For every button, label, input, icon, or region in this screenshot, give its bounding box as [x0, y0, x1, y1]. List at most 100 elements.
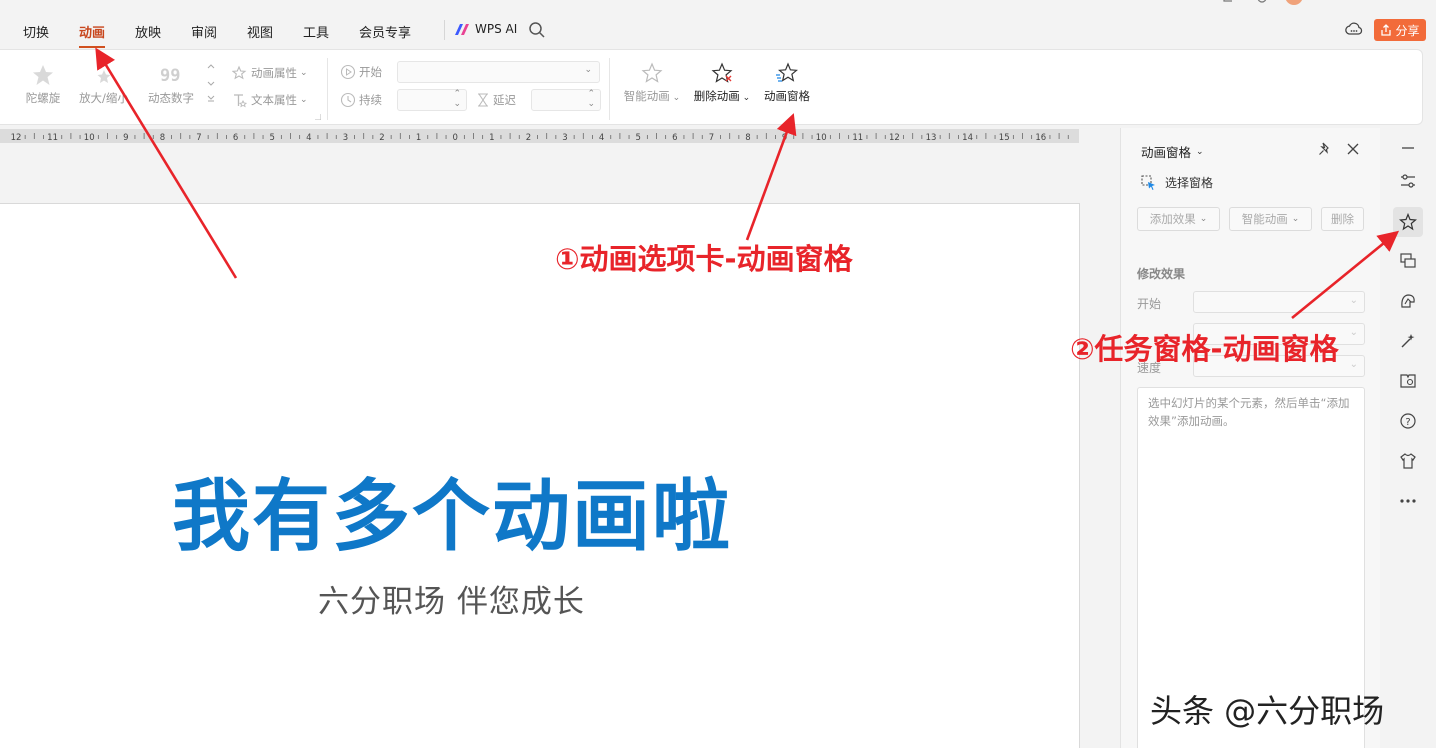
- start-label-group: 开始: [340, 64, 382, 80]
- effect-zoom-label: 放大/缩小: [79, 91, 129, 105]
- ruler-label: 7: [196, 133, 201, 143]
- effect-dynamic-number-label: 动态数字: [148, 91, 194, 105]
- duration-label: 持续: [359, 93, 382, 107]
- smart-animation-label: 智能动画: [623, 89, 670, 103]
- ruler-label: 13: [926, 133, 937, 143]
- menu-bar: 切换 动画 放映 审阅 视图 工具 会员专享 WPS AI 分享: [0, 0, 1436, 48]
- smart-star-icon: [641, 62, 663, 83]
- anim-props-dropdown[interactable]: 动画属性 ⌄: [232, 65, 308, 81]
- smart-animation-pane-button[interactable]: 智能动画 ⌄: [1229, 207, 1312, 231]
- search-icon[interactable]: [528, 21, 546, 39]
- slide-title[interactable]: 我有多个动画啦: [172, 454, 732, 566]
- effect-zoom[interactable]: 放大/缩小: [76, 64, 132, 106]
- wps-ai-label: WPS AI: [475, 22, 518, 36]
- smart-animation-pane-label: 智能动画: [1241, 212, 1288, 226]
- spiral-star-icon: [33, 65, 53, 85]
- effect-dynamic-number[interactable]: 99 动态数字: [144, 64, 198, 106]
- chevron-down-icon: ⌄: [1349, 327, 1358, 338]
- svg-text:99: 99: [160, 66, 180, 86]
- ruler-label: 6: [672, 133, 677, 143]
- ruler-label: 9: [123, 133, 128, 143]
- share-button[interactable]: 分享: [1374, 19, 1426, 41]
- tab-transition[interactable]: 切换: [23, 22, 49, 41]
- start-label: 开始: [359, 65, 382, 79]
- ruler-label: 11: [47, 133, 58, 143]
- task-pane-title-dropdown[interactable]: 动画窗格 ⌄: [1141, 142, 1204, 161]
- wps-ai-logo-icon: [455, 23, 469, 35]
- ruler-label: 15: [999, 133, 1010, 143]
- help-icon[interactable]: ?: [1394, 407, 1422, 435]
- smart-animation-button[interactable]: 智能动画 ⌄: [620, 62, 684, 104]
- tab-view[interactable]: 视图: [247, 22, 273, 41]
- svg-text:?: ?: [1405, 417, 1410, 428]
- shirt-icon[interactable]: [1394, 447, 1422, 475]
- start-select[interactable]: ⌄: [397, 61, 600, 83]
- pin-icon[interactable]: [1317, 141, 1333, 157]
- dialog-launcher-icon[interactable]: [315, 114, 321, 120]
- chevron-down-icon: ⌄: [1349, 295, 1358, 306]
- tab-animation[interactable]: 动画: [79, 22, 106, 48]
- tab-tools[interactable]: 工具: [303, 22, 329, 41]
- zoom-star-icon: [97, 70, 111, 83]
- close-icon[interactable]: [1345, 141, 1361, 157]
- more-icon[interactable]: [1394, 487, 1422, 515]
- menu-divider: [444, 20, 445, 40]
- delay-stepper[interactable]: ⌃ ⌄: [531, 89, 601, 111]
- animation-pane-label: 动画窗格: [764, 89, 810, 103]
- tab-review[interactable]: 审阅: [191, 22, 217, 41]
- ruler-label: 12: [11, 133, 22, 143]
- horizontal-ruler: 12 11 10 9 8 7 6 5 4 3 2 1 0 1 2 3 4 5 6 7 8 9 10 11 12 13 14 15 16: [0, 129, 1079, 143]
- sliders-icon[interactable]: [1394, 167, 1422, 195]
- ribbon-toolbar: 陀螺旋 放大/缩小 99 动态数字 动画属性 ⌄ 文本属性 ⌄ 开始 ⌄ 持续 …: [0, 49, 1423, 125]
- animation-list-hint: 选中幻灯片的某个元素，然后单击“添加效果”添加动画。: [1148, 396, 1350, 428]
- cloud-icon[interactable]: [1344, 20, 1364, 40]
- ruler-label: 4: [599, 133, 604, 143]
- selection-pane-label: 选择窗格: [1165, 176, 1214, 190]
- ruler-label: 9: [782, 133, 787, 143]
- delete-animation-button[interactable]: 删除动画 ⌄: [690, 62, 754, 104]
- duration-stepper[interactable]: ⌃ ⌄: [397, 89, 467, 111]
- ruler-label: 4: [306, 133, 311, 143]
- ruler-label: 10: [84, 133, 95, 143]
- start-field-select[interactable]: ⌄: [1193, 291, 1365, 313]
- add-effect-label: 添加效果: [1149, 212, 1196, 226]
- ruler-label: 8: [745, 133, 750, 143]
- text-props-dropdown[interactable]: 文本属性 ⌄: [232, 92, 308, 108]
- delete-label: 删除: [1331, 212, 1354, 226]
- animation-pane-button[interactable]: 动画窗格: [758, 62, 816, 104]
- annotation-ribbon-pane: ①动画选项卡-动画窗格: [555, 242, 853, 276]
- ruler-label: 14: [962, 133, 973, 143]
- tab-member[interactable]: 会员专享: [359, 22, 411, 41]
- selection-pane-link[interactable]: 选择窗格: [1141, 174, 1213, 191]
- dynamic-number-icon: 99: [160, 66, 180, 86]
- duration-label-group: 持续: [340, 92, 382, 108]
- wps-ai-button[interactable]: WPS AI: [454, 22, 517, 36]
- magic-icon[interactable]: [1394, 327, 1422, 355]
- ruler-label: 1: [489, 133, 494, 143]
- delete-button[interactable]: 删除: [1321, 207, 1364, 231]
- minimize-icon[interactable]: [1394, 134, 1422, 162]
- ruler-label: 2: [526, 133, 531, 143]
- ruler-label: 16: [1035, 133, 1046, 143]
- text-props-label: 文本属性: [251, 93, 297, 107]
- gallery-scroll-icon[interactable]: [206, 62, 216, 106]
- slide-subtitle[interactable]: 六分职场 伴您成长: [318, 576, 585, 621]
- tab-slideshow[interactable]: 放映: [135, 22, 161, 41]
- ruler-label: 1: [416, 133, 421, 143]
- book-icon[interactable]: [1394, 367, 1422, 395]
- design-icon[interactable]: [1394, 287, 1422, 315]
- delete-animation-label: 删除动画: [693, 89, 740, 103]
- ruler-label: 5: [635, 133, 640, 143]
- ruler-label: 6: [233, 133, 238, 143]
- effect-spiral[interactable]: 陀螺旋: [20, 64, 66, 106]
- star-animation-icon[interactable]: [1393, 207, 1423, 237]
- text-props-icon: [234, 94, 248, 108]
- top-right-icons-partial: [1223, 0, 1303, 5]
- anim-props-icon: [232, 65, 247, 80]
- annotation-task-pane: ②任务窗格-动画窗格: [1070, 332, 1339, 366]
- comment-icon[interactable]: [1394, 247, 1422, 275]
- chevron-down-icon: ⌄: [669, 93, 681, 103]
- add-effect-button[interactable]: 添加效果 ⌄: [1137, 207, 1220, 231]
- slide-canvas[interactable]: 我有多个动画啦 六分职场 伴您成长: [0, 203, 1080, 748]
- chevron-down-icon: ⌄: [1349, 359, 1358, 370]
